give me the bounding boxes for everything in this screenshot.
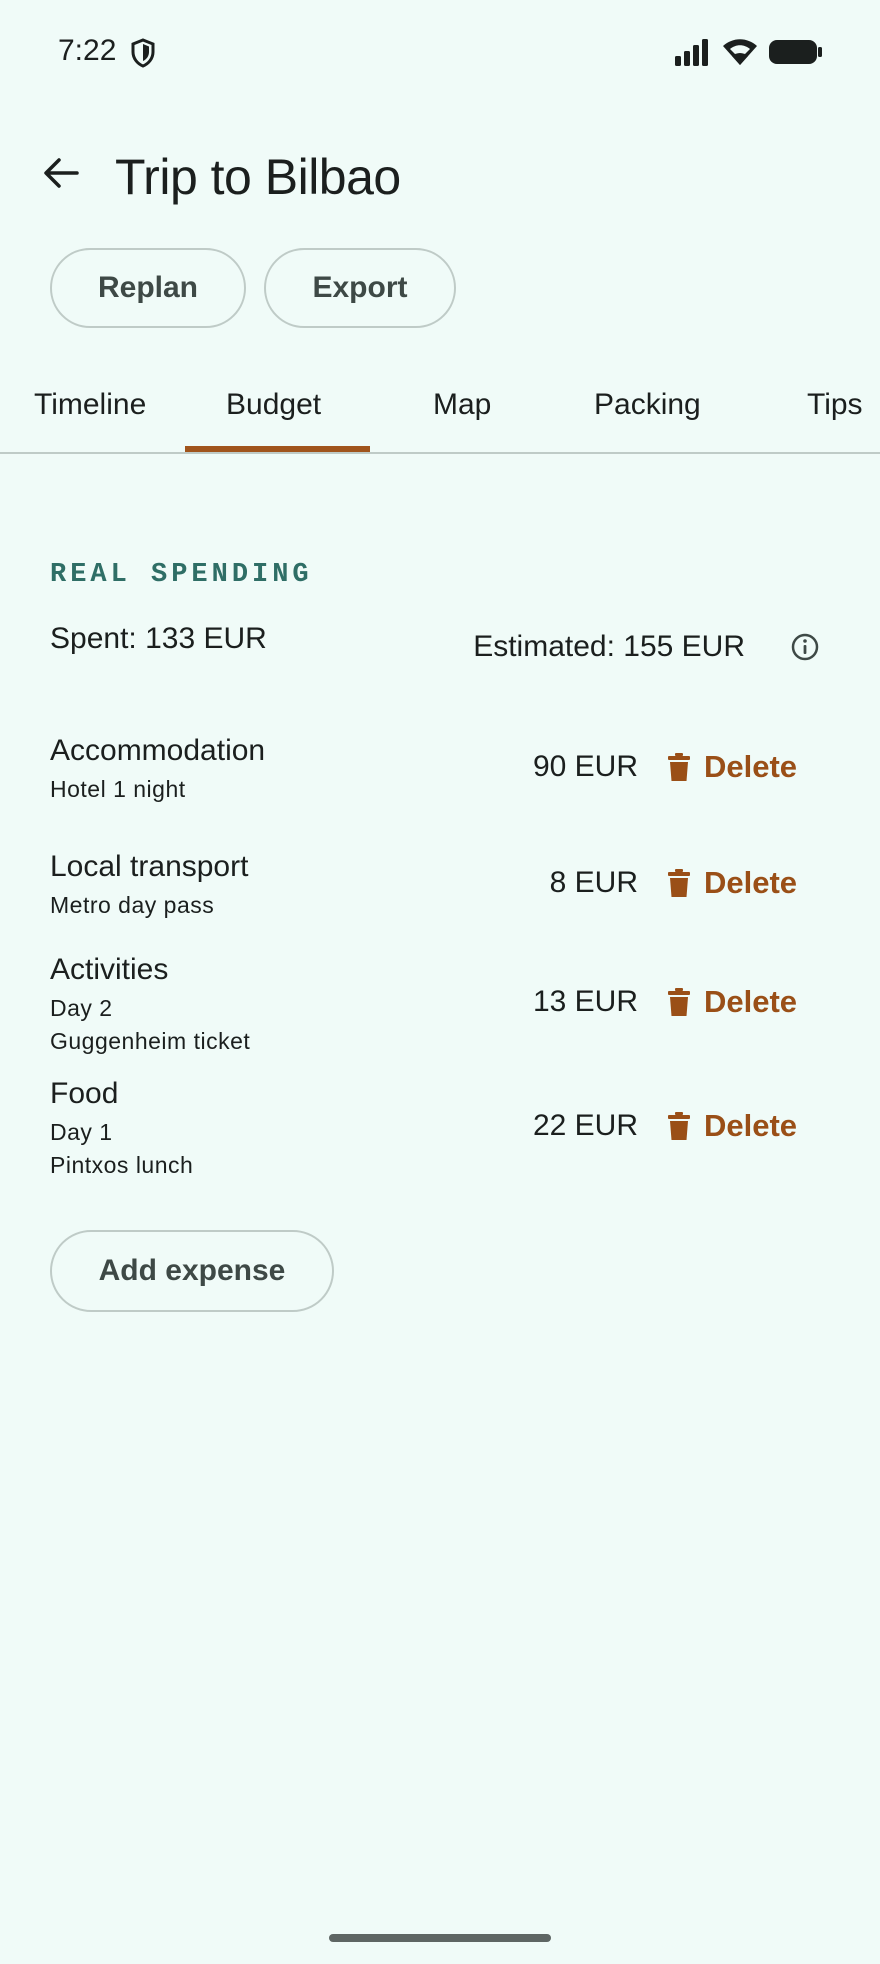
expense-detail: Day 2: [50, 995, 113, 1021]
export-button[interactable]: Export: [264, 248, 456, 328]
shield-icon: [130, 38, 156, 73]
tab-packing[interactable]: Packing: [594, 388, 701, 422]
tab-budget[interactable]: Budget: [226, 388, 321, 422]
expense-amount: 8 EUR: [549, 866, 638, 899]
expense-detail: Metro day pass: [50, 892, 215, 918]
expense-amount: 13 EUR: [532, 985, 638, 1018]
delete-button[interactable]: Delete: [668, 865, 797, 901]
trash-icon: [668, 988, 690, 1016]
expense-detail: Hotel 1 night: [50, 776, 186, 802]
delete-button[interactable]: Delete: [668, 749, 797, 785]
delete-label: Delete: [704, 749, 798, 784]
delete-button[interactable]: Delete: [668, 984, 797, 1020]
expense-amount: 22 EUR: [532, 1109, 638, 1142]
expense-detail: Pintxos lunch: [50, 1152, 194, 1178]
tab-tips[interactable]: Tips: [807, 388, 863, 422]
expense-category: Activities: [50, 953, 169, 986]
arrow-back-icon: [44, 158, 79, 188]
signal-icon: [674, 38, 712, 71]
back-button[interactable]: [36, 148, 86, 198]
replan-button[interactable]: Replan: [50, 248, 246, 328]
delete-label: Delete: [704, 1108, 798, 1143]
tab-bar: Timeline Budget Map Packing Tips: [0, 370, 880, 454]
trash-icon: [668, 753, 690, 781]
expense-category: Local transport: [50, 850, 249, 883]
app-bar: Trip to Bilbao: [0, 130, 880, 220]
delete-button[interactable]: Delete: [668, 1108, 797, 1144]
battery-icon: [768, 38, 824, 71]
action-row: Replan Export: [50, 248, 456, 328]
status-time: 7:22: [58, 34, 117, 67]
add-expense-button[interactable]: Add expense: [50, 1230, 334, 1312]
tab-indicator: [185, 446, 370, 452]
trash-icon: [668, 869, 690, 897]
status-icons: [674, 38, 824, 71]
estimated-total: Estimated: 155 EUR: [473, 630, 745, 663]
expense-category: Food: [50, 1077, 119, 1110]
info-icon[interactable]: [790, 632, 820, 662]
expense-detail: Day 1: [50, 1119, 113, 1145]
expense-detail: Guggenheim ticket: [50, 1028, 251, 1054]
expense-amount: 90 EUR: [532, 750, 638, 783]
status-bar: 7:22: [0, 0, 880, 106]
home-indicator[interactable]: [329, 1934, 551, 1942]
spent-total: Spent: 133 EUR: [50, 622, 267, 655]
section-label: REAL SPENDING: [50, 560, 313, 590]
delete-label: Delete: [704, 865, 798, 900]
delete-label: Delete: [704, 984, 798, 1019]
tab-timeline[interactable]: Timeline: [34, 388, 146, 422]
page-title: Trip to Bilbao: [115, 149, 401, 205]
wifi-icon: [722, 38, 758, 71]
trash-icon: [668, 1112, 690, 1140]
tab-map[interactable]: Map: [433, 388, 491, 422]
expense-category: Accommodation: [50, 734, 266, 767]
